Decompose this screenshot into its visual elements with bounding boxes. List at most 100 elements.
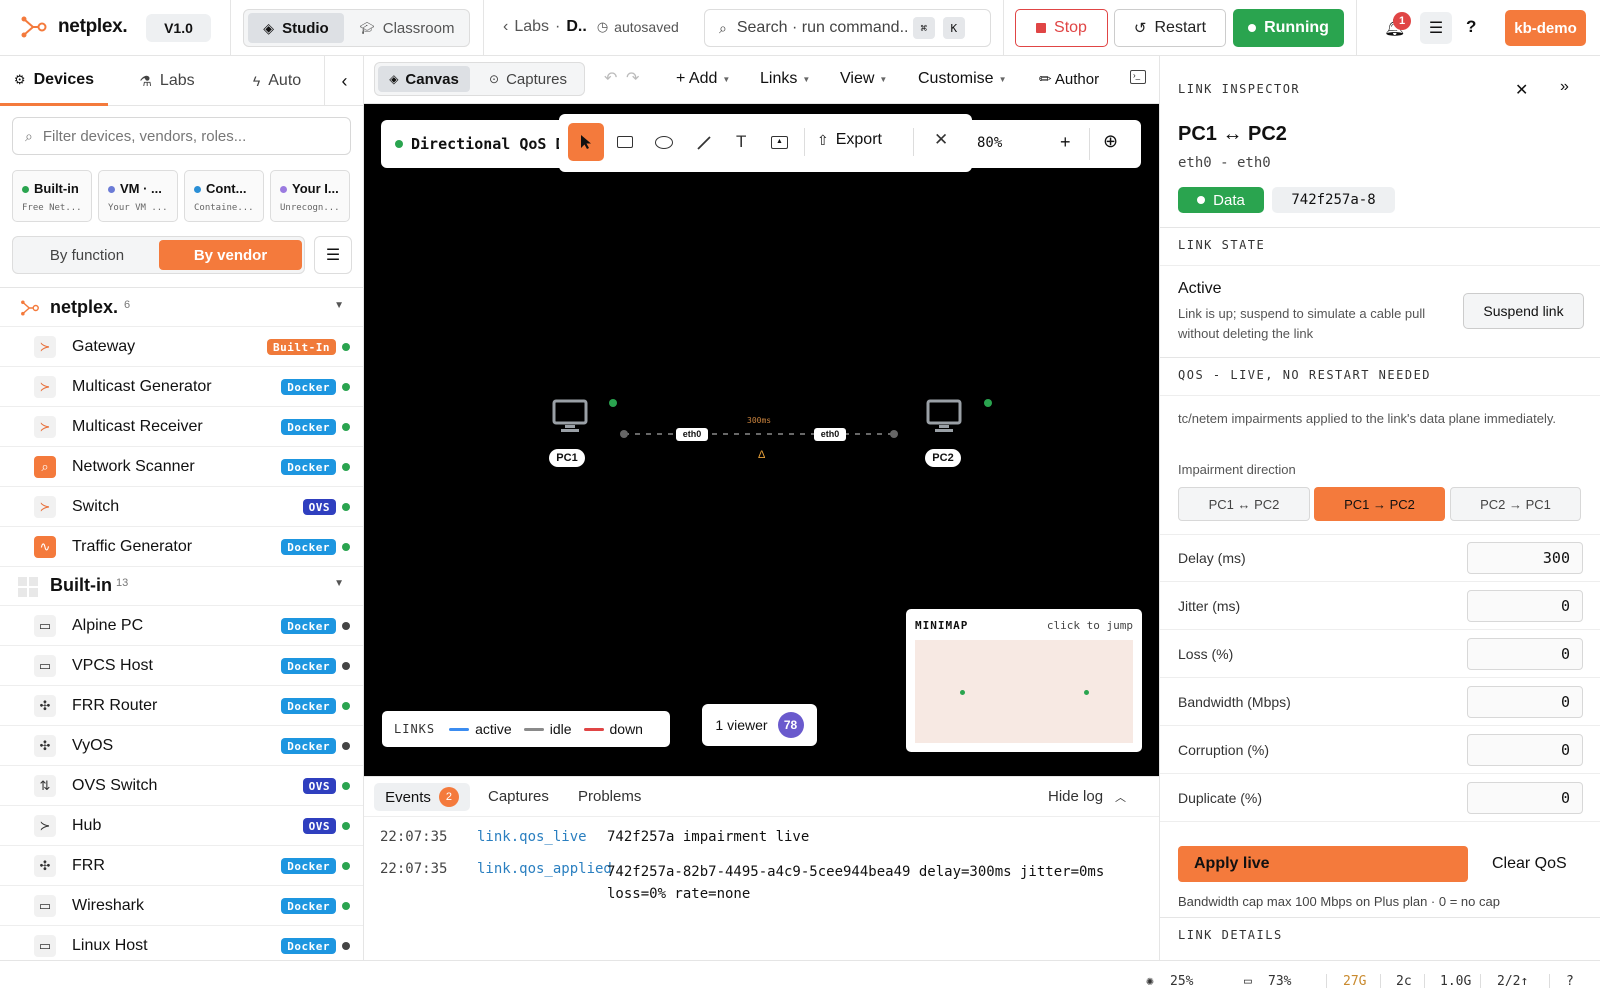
device-list-item[interactable]: ▭ Alpine PC Docker	[0, 606, 363, 646]
clear-qos-button[interactable]: Clear QoS	[1492, 855, 1567, 873]
direction-pc2-to-pc1-label: PC2 → PC1	[1480, 496, 1551, 512]
tab-labs[interactable]: ⚗ Labs	[122, 56, 212, 106]
qos-field-input[interactable]: 0	[1467, 734, 1583, 766]
link-state-heading: LINK STATE	[1178, 238, 1266, 252]
zoom-in-button[interactable]: +	[1060, 132, 1071, 153]
line-tool-icon[interactable]	[695, 134, 713, 152]
qos-field-input[interactable]: 0	[1467, 638, 1583, 670]
qos-field-input[interactable]: 0	[1467, 782, 1583, 814]
mode-classroom[interactable]: 🎓︎ Classroom	[348, 13, 466, 43]
tab-captures[interactable]: ⊙ Captures	[474, 66, 582, 92]
tab-captures-label: Captures	[506, 70, 567, 88]
close-inspector-icon[interactable]: ✕	[1515, 80, 1528, 100]
redo-icon[interactable]: ↷	[626, 68, 639, 88]
link-pc1-pc2[interactable]	[614, 424, 904, 444]
source-chip[interactable]: Cont... Containe...	[184, 170, 264, 222]
direction-bidirectional[interactable]: PC1 ↔ PC2	[1178, 487, 1310, 521]
export-button[interactable]: ⇧ Export	[817, 131, 882, 149]
logo[interactable]: netplex.	[20, 16, 128, 38]
collapse-sidebar-button[interactable]: ‹	[324, 56, 363, 106]
qos-field-input[interactable]: 0	[1467, 590, 1583, 622]
device-list-item[interactable]: ✣ FRR Router Docker	[0, 686, 363, 726]
device-name: FRR Router	[72, 697, 158, 714]
help-button[interactable]: ?	[1466, 17, 1476, 37]
ellipse-tool-icon[interactable]	[655, 136, 673, 149]
tab-events[interactable]: Events 2	[374, 783, 470, 811]
device-list-item[interactable]: ≻ Multicast Generator Docker	[0, 367, 363, 407]
zoom-fit-icon[interactable]: ⊕	[1103, 131, 1118, 152]
select-tool-button[interactable]	[568, 123, 604, 161]
log-type[interactable]: link.qos_applied	[477, 861, 612, 877]
device-list-item[interactable]: ⌕ Network Scanner Docker	[0, 447, 363, 487]
suspend-link-button[interactable]: Suspend link	[1463, 293, 1584, 329]
tab-log-captures[interactable]: Captures	[488, 788, 549, 805]
group-netplex[interactable]: netplex. 6 ▼	[0, 287, 363, 327]
apply-live-button[interactable]: Apply live	[1178, 846, 1468, 882]
device-list-item[interactable]: ≻ Switch OVS	[0, 487, 363, 527]
source-chip[interactable]: Built-in Free Net...	[12, 170, 92, 222]
status-help-icon[interactable]: ?	[1566, 974, 1574, 989]
by-vendor-button[interactable]: By vendor	[159, 240, 302, 270]
list-view-button[interactable]: ☰	[314, 236, 352, 274]
viewers-indicator[interactable]: 1 viewer 78	[702, 704, 817, 746]
command-search[interactable]: ⌕ Search · run command... ⌘ K	[704, 9, 991, 47]
mode-switch: ◈ Studio 🎓︎ Classroom	[243, 9, 470, 47]
toolbar-menu[interactable]: Customise ▼	[918, 70, 1052, 88]
log-type[interactable]: link.qos_live	[477, 829, 587, 845]
mode-studio[interactable]: ◈ Studio	[248, 13, 344, 43]
user-menu-button[interactable]: kb-demo	[1505, 10, 1586, 46]
source-chip[interactable]: VM · ... Your VM ...	[98, 170, 178, 222]
direction-pc1-to-pc2[interactable]: PC1 → PC2	[1314, 487, 1445, 521]
node-pc2[interactable]: PC2	[918, 399, 970, 469]
breadcrumb-current[interactable]: D..	[566, 18, 586, 36]
autosave-status: autosaved	[614, 19, 679, 35]
toolbar-menu[interactable]: Links ▼	[760, 70, 840, 88]
device-list-item[interactable]: ▭ Linux Host Docker	[0, 926, 363, 960]
device-list-item[interactable]: ✣ VyOS Docker	[0, 726, 363, 766]
qos-field-input[interactable]: 300	[1467, 542, 1583, 574]
device-list-item[interactable]: ∿ Traffic Generator Docker	[0, 527, 363, 567]
by-function-button[interactable]: By function	[17, 240, 157, 270]
undo-icon[interactable]: ↶	[604, 68, 617, 88]
tab-problems[interactable]: Problems	[578, 788, 641, 805]
cpu-usage: 25%	[1170, 974, 1194, 989]
breadcrumb-labs[interactable]: Labs	[514, 18, 549, 36]
device-list-item[interactable]: ≻ Multicast Receiver Docker	[0, 407, 363, 447]
tab-canvas[interactable]: ◈ Canvas	[378, 66, 470, 92]
toolbar-menu[interactable]: + Add ▼	[676, 70, 760, 88]
terminal-icon[interactable]: ›_	[1130, 70, 1146, 84]
source-chip[interactable]: Your I... Unrecogn...	[270, 170, 350, 222]
group-builtin[interactable]: Built-in 13 ▼	[0, 566, 363, 606]
tab-auto[interactable]: ϟ Auto	[232, 56, 322, 106]
settings-sliders-button[interactable]: ☰	[1420, 12, 1452, 44]
legend-label: down	[609, 721, 643, 737]
tab-devices[interactable]: ⚙ Devices	[0, 56, 108, 106]
notifications-button[interactable]: 🔔︎ 1	[1381, 12, 1411, 40]
events-count-badge: 2	[438, 787, 459, 807]
device-list-item[interactable]: ≻ Hub OVS	[0, 806, 363, 846]
direction-pc2-to-pc1[interactable]: PC2 → PC1	[1450, 487, 1581, 521]
stop-button[interactable]: Stop	[1015, 9, 1108, 47]
restart-button[interactable]: ↺ Restart	[1114, 9, 1226, 47]
qos-field-input[interactable]: 0	[1467, 686, 1583, 718]
author-button[interactable]: ✏ Author	[1039, 70, 1099, 88]
chevron-left-icon[interactable]: ‹	[503, 18, 508, 36]
running-status-button[interactable]: Running	[1233, 9, 1344, 47]
expand-inspector-icon[interactable]: »	[1560, 78, 1569, 96]
qos-heading: QOS - LIVE, NO RESTART NEEDED	[1178, 368, 1432, 382]
device-list-item[interactable]: ▭ VPCS Host Docker	[0, 646, 363, 686]
image-tool-icon[interactable]: ▲	[771, 136, 788, 149]
toolbar-menu[interactable]: View ▼	[840, 70, 918, 88]
node-pc1[interactable]: PC1	[544, 399, 596, 469]
device-list-item[interactable]: ✣ FRR Docker	[0, 846, 363, 886]
topology-canvas[interactable]: Directional QoS D 80% + ⊕ T ▲ ⇧ Export ✕	[364, 104, 1159, 776]
rectangle-tool-icon[interactable]	[617, 136, 633, 148]
minimap[interactable]: MINIMAP click to jump	[906, 609, 1142, 752]
device-filter-input[interactable]: ⌕ Filter devices, vendors, roles...	[12, 117, 351, 155]
hide-log-button[interactable]: Hide log ︿	[1048, 788, 1126, 805]
device-list-item[interactable]: ⇅ OVS Switch OVS	[0, 766, 363, 806]
device-list-item[interactable]: ≻ Gateway Built-In	[0, 327, 363, 367]
close-toolbar-icon[interactable]: ✕	[934, 130, 948, 150]
text-tool-icon[interactable]: T	[736, 132, 746, 152]
device-list-item[interactable]: ▭ Wireshark Docker	[0, 886, 363, 926]
